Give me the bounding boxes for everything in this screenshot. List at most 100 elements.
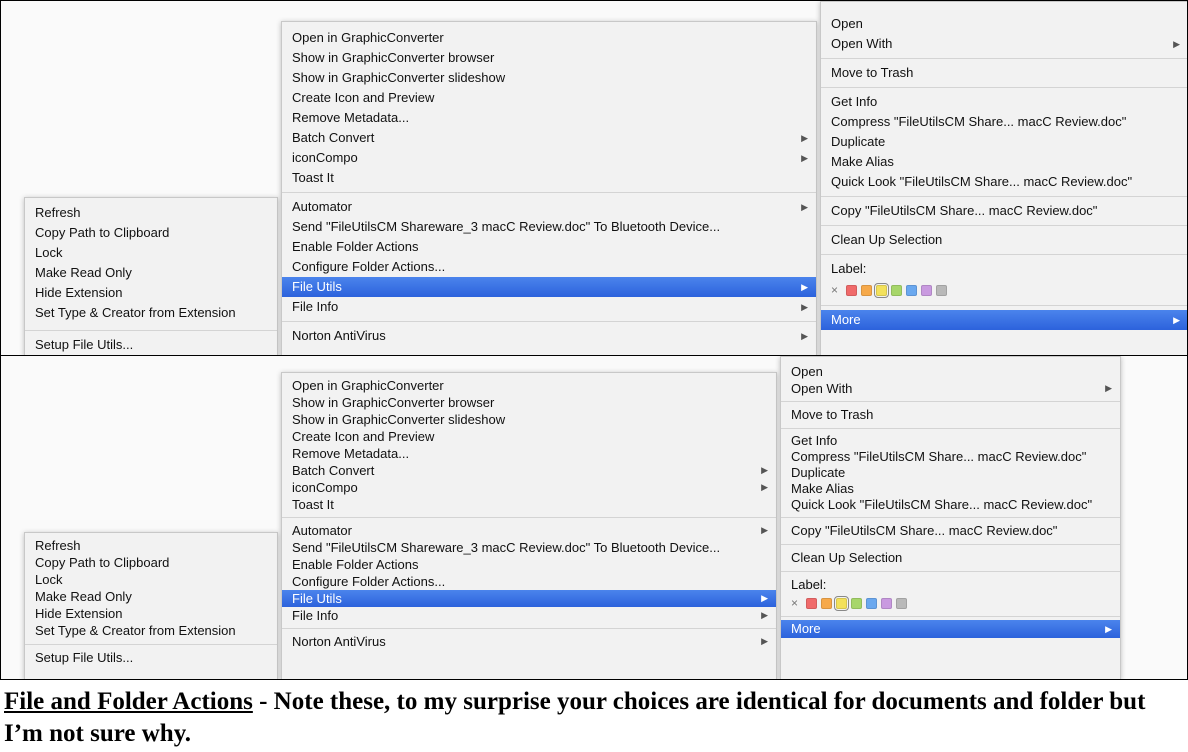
open-with-item[interactable]: Open With ▶ xyxy=(781,380,1120,397)
menu-item-refresh[interactable]: Refresh xyxy=(25,537,277,554)
menu-item-configure-folder-actions[interactable]: Configure Folder Actions... xyxy=(282,573,776,590)
move-to-trash-item[interactable]: Move to Trash xyxy=(781,406,1120,424)
menu-item-make-alias[interactable]: Make Alias xyxy=(821,152,1187,172)
submenu-arrow-icon: ▶ xyxy=(801,133,808,143)
menu-item-lock[interactable]: Lock xyxy=(25,243,277,263)
more-item[interactable]: More ▶ xyxy=(781,620,1120,638)
context-menu: Open in GraphicConverter Show in GraphicC… xyxy=(281,372,777,679)
menu-item-hide-extension[interactable]: Hide Extension xyxy=(25,283,277,303)
label-swatch[interactable] xyxy=(851,597,863,609)
menu-item-make-read-only[interactable]: Make Read Only xyxy=(25,588,277,605)
menu-item-iconcompo[interactable]: iconCompo ▶ xyxy=(282,148,816,168)
menu-item-lock[interactable]: Lock xyxy=(25,571,277,588)
label-title: Label: xyxy=(791,577,827,592)
label-swatch[interactable] xyxy=(861,284,873,296)
clean-up-selection-item[interactable]: Clean Up Selection xyxy=(781,549,1120,567)
menu-item-send-fileutilscm-shareware-3-macc-review[interactable]: Send "FileUtilsCM Shareware_3 macC Revie… xyxy=(282,539,776,556)
label-swatch[interactable] xyxy=(821,597,833,609)
menu-item-batch-convert[interactable]: Batch Convert ▶ xyxy=(282,128,816,148)
menu-item-toast-it[interactable]: Toast It xyxy=(282,168,816,188)
menu-item-label: Remove Metadata... xyxy=(292,110,410,125)
separator xyxy=(821,225,1187,226)
menu-item-copy-path-to-clipboard[interactable]: Copy Path to Clipboard xyxy=(25,554,277,571)
copy-item[interactable]: Copy "FileUtilsCM Share... macC Review.d… xyxy=(821,201,1187,221)
menu-item-label: Send "FileUtilsCM Shareware_3 macC Revie… xyxy=(292,219,721,234)
setup-file-utils-item[interactable]: Setup File Utils... xyxy=(25,649,277,667)
menu-item-enable-folder-actions[interactable]: Enable Folder Actions xyxy=(282,237,816,257)
submenu-arrow-icon: ▶ xyxy=(761,636,768,646)
open-item[interactable]: Open xyxy=(821,14,1187,34)
menu-item-label: Toast It xyxy=(292,170,334,185)
menu-item-create-icon-and-preview[interactable]: Create Icon and Preview xyxy=(282,88,816,108)
menu-item-make-read-only[interactable]: Make Read Only xyxy=(25,263,277,283)
menu-item-open-in-graphicconverter[interactable]: Open in GraphicConverter xyxy=(282,28,816,48)
menu-item-file-info[interactable]: File Info ▶ xyxy=(282,297,816,317)
menu-item-quick-look-fileutilscm-share-macc-review[interactable]: Quick Look "FileUtilsCM Share... macC Re… xyxy=(821,172,1187,192)
label-swatch[interactable] xyxy=(896,597,908,609)
open-with-label: Open With xyxy=(831,36,893,51)
label-swatch[interactable] xyxy=(936,284,948,296)
label-swatch[interactable] xyxy=(866,597,878,609)
label-swatch[interactable] xyxy=(806,597,818,609)
label-swatches xyxy=(846,282,948,298)
open-with-item[interactable]: Open With ▶ xyxy=(821,34,1187,54)
menu-item-make-alias[interactable]: Make Alias xyxy=(781,481,1120,497)
menu-item-label: Show in GraphicConverter slideshow xyxy=(292,412,506,427)
label-swatch[interactable] xyxy=(834,595,850,611)
menu-item-show-in-graphicconverter-slideshow[interactable]: Show in GraphicConverter slideshow xyxy=(282,411,776,428)
menu-item-set-type-creator-from-extension[interactable]: Set Type & Creator from Extension xyxy=(25,622,277,639)
menu-item-quick-look-fileutilscm-share-macc-review[interactable]: Quick Look "FileUtilsCM Share... macC Re… xyxy=(781,497,1120,513)
label-swatch[interactable] xyxy=(874,282,890,298)
label-swatch[interactable] xyxy=(906,284,918,296)
menu-item-send-fileutilscm-shareware-3-macc-review[interactable]: Send "FileUtilsCM Shareware_3 macC Revie… xyxy=(282,217,816,237)
label-swatch[interactable] xyxy=(846,284,858,296)
menu-item-remove-metadata[interactable]: Remove Metadata... xyxy=(282,445,776,462)
menu-item-get-info[interactable]: Get Info xyxy=(781,433,1120,449)
menu-item-batch-convert[interactable]: Batch Convert ▶ xyxy=(282,462,776,479)
menu-item-automator[interactable]: Automator ▶ xyxy=(282,197,816,217)
menu-item-norton-antivirus[interactable]: Norton AntiVirus ▶ xyxy=(282,633,776,650)
menu-item-compress-fileutilscm-share-macc-review-d[interactable]: Compress "FileUtilsCM Share... macC Revi… xyxy=(821,112,1187,132)
menu-item-automator[interactable]: Automator ▶ xyxy=(282,522,776,539)
menu-item-file-info[interactable]: File Info ▶ xyxy=(282,607,776,624)
menu-item-file-utils[interactable]: File Utils ▶ xyxy=(282,590,776,607)
clear-label-icon[interactable]: × xyxy=(831,283,838,297)
clear-label-icon[interactable]: × xyxy=(791,596,798,610)
move-to-trash-item[interactable]: Move to Trash xyxy=(821,63,1187,83)
clean-up-selection-item[interactable]: Clean Up Selection xyxy=(821,230,1187,250)
menu-item-refresh[interactable]: Refresh xyxy=(25,203,277,223)
menu-item-show-in-graphicconverter-browser[interactable]: Show in GraphicConverter browser xyxy=(282,48,816,68)
menu-item-duplicate[interactable]: Duplicate xyxy=(781,465,1120,481)
more-item[interactable]: More ▶ xyxy=(821,310,1187,330)
menu-item-show-in-graphicconverter-slideshow[interactable]: Show in GraphicConverter slideshow xyxy=(282,68,816,88)
separator xyxy=(821,87,1187,88)
setup-file-utils-item[interactable]: Setup File Utils... xyxy=(25,335,277,355)
menu-item-get-info[interactable]: Get Info xyxy=(821,92,1187,112)
more-label: More xyxy=(831,312,861,327)
menu-item-file-utils[interactable]: File Utils ▶ xyxy=(282,277,816,297)
menu-item-iconcompo[interactable]: iconCompo ▶ xyxy=(282,479,776,496)
open-with-label: Open With xyxy=(791,381,853,396)
menu-item-create-icon-and-preview[interactable]: Create Icon and Preview xyxy=(282,428,776,445)
menu-item-copy-path-to-clipboard[interactable]: Copy Path to Clipboard xyxy=(25,223,277,243)
label-swatches xyxy=(806,595,908,611)
submenu-arrow-icon: ▶ xyxy=(801,302,808,312)
menu-item-show-in-graphicconverter-browser[interactable]: Show in GraphicConverter browser xyxy=(282,394,776,411)
menu-item-duplicate[interactable]: Duplicate xyxy=(821,132,1187,152)
menu-item-configure-folder-actions[interactable]: Configure Folder Actions... xyxy=(282,257,816,277)
copy-item[interactable]: Copy "FileUtilsCM Share... macC Review.d… xyxy=(781,522,1120,540)
menu-item-remove-metadata[interactable]: Remove Metadata... xyxy=(282,108,816,128)
label-swatch[interactable] xyxy=(891,284,903,296)
menu-item-enable-folder-actions[interactable]: Enable Folder Actions xyxy=(282,556,776,573)
menu-item-compress-fileutilscm-share-macc-review-d[interactable]: Compress "FileUtilsCM Share... macC Revi… xyxy=(781,449,1120,465)
submenu-arrow-icon: ▶ xyxy=(801,202,808,212)
label-swatch[interactable] xyxy=(921,284,933,296)
menu-item-open-in-graphicconverter[interactable]: Open in GraphicConverter xyxy=(282,377,776,394)
separator xyxy=(821,196,1187,197)
menu-item-set-type-creator-from-extension[interactable]: Set Type & Creator from Extension xyxy=(25,303,277,323)
menu-item-norton-antivirus[interactable]: Norton AntiVirus ▶ xyxy=(282,326,816,346)
open-item[interactable]: Open xyxy=(781,363,1120,380)
menu-item-toast-it[interactable]: Toast It xyxy=(282,496,776,513)
menu-item-hide-extension[interactable]: Hide Extension xyxy=(25,605,277,622)
label-swatch[interactable] xyxy=(881,597,893,609)
